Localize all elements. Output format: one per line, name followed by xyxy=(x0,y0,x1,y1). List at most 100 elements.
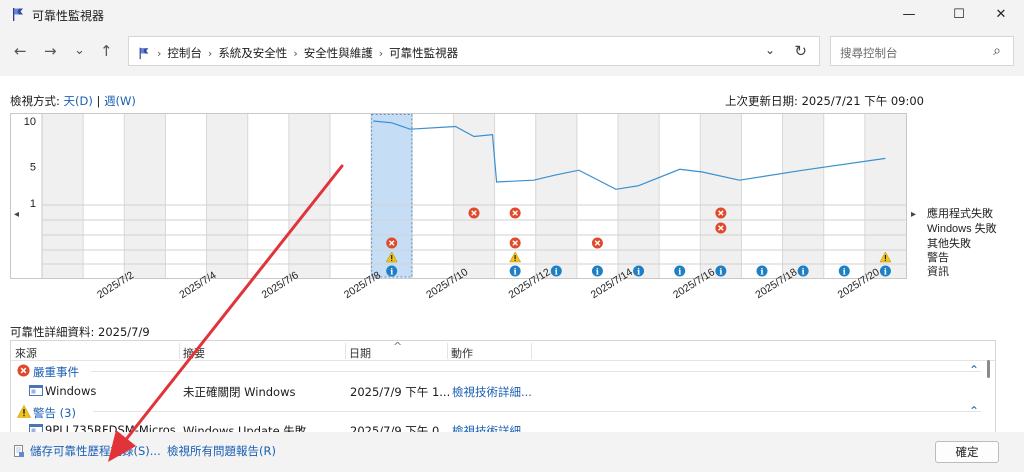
window-title: 可靠性監視器 xyxy=(32,9,105,23)
chevron-right-icon[interactable]: › xyxy=(379,47,383,60)
y-tick-label: 1 xyxy=(30,198,36,210)
forward-button[interactable]: → xyxy=(44,42,57,60)
reliability-chart[interactable]: 1051i i i i i i i i i i i應用程式失敗Windows 失敗其他失敗警告資訊◂… xyxy=(10,113,1010,319)
table-row[interactable]: Windows 未正確關閉 Windows 2025/7/9 下午 1... 檢… xyxy=(11,381,995,400)
search-box[interactable]: 搜尋控制台 ⌕ xyxy=(830,36,1014,66)
day-column[interactable] xyxy=(659,114,701,278)
column-divider[interactable] xyxy=(179,343,180,359)
ok-button[interactable]: 確定 xyxy=(935,441,999,463)
day-column[interactable] xyxy=(453,114,495,278)
chevron-right-icon[interactable]: › xyxy=(208,47,212,60)
day-column[interactable] xyxy=(330,114,372,278)
scrollbar-thumb[interactable] xyxy=(987,360,990,378)
day-column[interactable] xyxy=(782,114,824,278)
warning-icon-dot xyxy=(391,259,393,261)
y-tick-label: 10 xyxy=(24,116,36,128)
title-bar: 可靠性監視器 — ☐ ✕ xyxy=(0,0,1024,28)
table-row[interactable]: 9PLL735RFDSM-Micros... Windows Update 失敗… xyxy=(11,420,995,432)
warning-icon-dot xyxy=(884,259,887,261)
breadcrumb-item-security-maintenance[interactable]: 安全性與維護 xyxy=(304,45,373,61)
view-by: 檢視方式: 天(D) | 週(W) xyxy=(10,93,136,109)
warning-icon-dot xyxy=(514,259,516,261)
view-by-day-link[interactable]: 天(D) xyxy=(64,94,93,108)
address-dropdown-icon[interactable]: ⌄ xyxy=(765,43,775,57)
recent-locations-button[interactable]: ⌄ xyxy=(74,43,85,58)
up-button[interactable]: ↑ xyxy=(100,42,113,60)
breadcrumb-item-control-panel[interactable]: 控制台 xyxy=(167,45,202,61)
day-column[interactable] xyxy=(823,114,865,278)
view-by-separator: | xyxy=(92,94,105,108)
search-icon[interactable]: ⌕ xyxy=(993,43,1001,59)
row-summary: Windows Update 失敗 xyxy=(183,424,307,432)
column-divider[interactable] xyxy=(531,343,532,359)
warning-icon-mark xyxy=(391,255,393,259)
column-header-source[interactable]: 來源 xyxy=(15,345,37,361)
day-column[interactable] xyxy=(741,114,783,278)
day-column[interactable] xyxy=(288,114,330,278)
day-column[interactable] xyxy=(124,114,166,278)
day-column[interactable] xyxy=(700,114,742,278)
chevron-right-icon[interactable]: › xyxy=(293,47,297,60)
column-divider[interactable] xyxy=(447,343,448,359)
view-by-week-link[interactable]: 週(W) xyxy=(104,94,136,108)
day-column[interactable] xyxy=(412,114,454,278)
group-divider xyxy=(91,371,981,372)
column-divider[interactable] xyxy=(345,343,346,359)
warning-icon xyxy=(17,405,31,418)
event-row-label: 其他失敗 xyxy=(927,236,971,250)
event-row-label: Windows 失敗 xyxy=(927,221,997,235)
day-column[interactable] xyxy=(206,114,248,278)
control-panel-flag-icon xyxy=(139,47,149,60)
day-column[interactable] xyxy=(165,114,207,278)
row-source: 9PLL735RFDSM-Micros... xyxy=(45,423,187,432)
day-column[interactable] xyxy=(42,114,84,278)
details-scrollbar[interactable] xyxy=(986,352,992,432)
address-bar[interactable]: › 控制台 › 系統及安全性 › 安全性與維護 › 可靠性監視器 ⌄ ↻ xyxy=(128,36,820,66)
event-row-label: 應用程式失敗 xyxy=(927,206,993,220)
navigation-bar: ← → ⌄ ↑ › 控制台 › 系統及安全性 › 安全性與維護 › 可靠性監視器… xyxy=(0,33,1024,69)
event-row-label: 資訊 xyxy=(927,264,949,278)
view-technical-details-link[interactable]: 檢視技術詳細... xyxy=(452,384,532,400)
day-column[interactable] xyxy=(535,114,577,278)
warning-icon-mark xyxy=(514,255,516,259)
row-summary: 未正確關閉 Windows xyxy=(183,385,296,399)
column-header-date[interactable]: 日期 xyxy=(349,345,371,361)
day-column[interactable] xyxy=(83,114,125,278)
back-button[interactable]: ← xyxy=(14,42,27,60)
view-all-problem-reports-link[interactable]: 檢視所有問題報告(R) xyxy=(167,443,276,459)
breadcrumb: › 控制台 › 系統及安全性 › 安全性與維護 › 可靠性監視器 xyxy=(137,45,458,61)
application-window-icon xyxy=(29,424,43,432)
chevron-up-icon[interactable]: ⌃ xyxy=(969,363,979,377)
column-header-action[interactable]: 動作 xyxy=(451,345,473,361)
row-date: 2025/7/9 下午 1... xyxy=(350,385,451,399)
search-input[interactable]: 搜尋控制台 xyxy=(840,45,898,61)
chart-scroll-left-button[interactable]: ◂ xyxy=(14,209,19,220)
breadcrumb-item-reliability-monitor[interactable]: 可靠性監視器 xyxy=(389,45,458,61)
day-column[interactable] xyxy=(618,114,660,278)
save-reliability-history-link[interactable]: 儲存可靠性歷程記錄(S)... xyxy=(12,443,161,459)
application-window-icon xyxy=(29,385,43,396)
y-tick-label: 5 xyxy=(30,162,36,174)
close-button[interactable]: ✕ xyxy=(978,0,1024,28)
row-date: 2025/7/9 下午 0... xyxy=(350,424,451,432)
event-row-label: 警告 xyxy=(927,250,949,264)
day-column[interactable] xyxy=(247,114,289,278)
view-technical-details-link[interactable]: 檢視技術詳細... xyxy=(452,423,532,432)
minimize-button[interactable]: — xyxy=(886,0,932,28)
grid-header: 來源 摘要 日期 ^ 動作 xyxy=(11,341,995,361)
row-source: Windows xyxy=(45,384,97,398)
group-title-critical: 嚴重事件 xyxy=(33,365,79,379)
view-by-label: 檢視方式: xyxy=(10,94,64,108)
error-icon xyxy=(17,364,30,377)
main-content: 檢視方式: 天(D) | 週(W) 上次更新日期: 2025/7/21 下午 0… xyxy=(0,76,1024,432)
maximize-button[interactable]: ☐ xyxy=(936,0,982,28)
chart-scroll-right-button[interactable]: ▸ xyxy=(911,209,916,220)
day-column[interactable] xyxy=(576,114,618,278)
footer-bar: 儲存可靠性歷程記錄(S)... 檢視所有問題報告(R) 確定 xyxy=(0,432,1024,472)
warning-icon-mark xyxy=(884,255,887,259)
last-updated: 上次更新日期: 2025/7/21 下午 09:00 xyxy=(725,94,924,108)
refresh-icon[interactable]: ↻ xyxy=(794,42,807,60)
breadcrumb-item-system-security[interactable]: 系統及安全性 xyxy=(218,45,287,61)
column-header-summary[interactable]: 摘要 xyxy=(183,345,205,361)
reliability-flag-icon xyxy=(13,8,23,21)
